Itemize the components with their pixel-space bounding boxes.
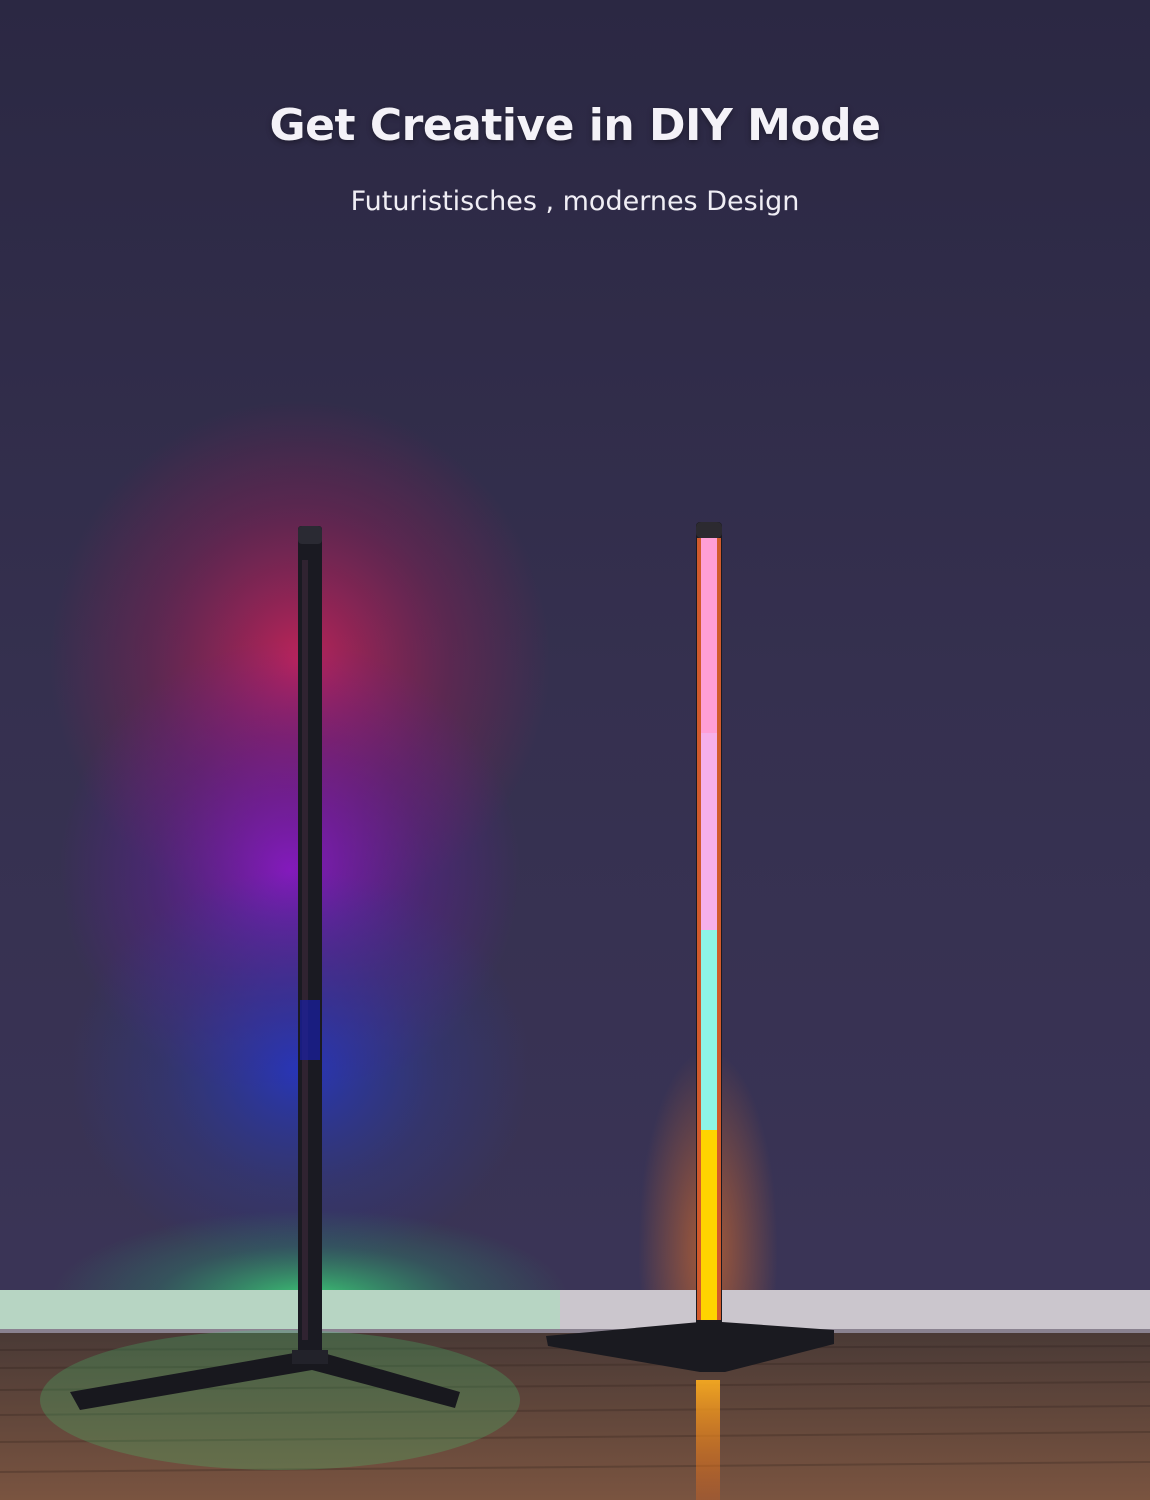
product-scene: Get Creative in DIY Mode Futuristisches …	[0, 0, 1150, 1500]
segment-lavender	[701, 733, 717, 930]
segment-yellow	[701, 1130, 717, 1320]
headline: Get Creative in DIY Mode	[269, 100, 881, 151]
segment-aqua	[701, 930, 717, 1130]
scene-artwork	[0, 400, 1150, 1500]
subline: Futuristisches , modernes Design	[350, 186, 800, 217]
segment-pink	[701, 538, 717, 733]
floor-reflection	[696, 1380, 720, 1500]
